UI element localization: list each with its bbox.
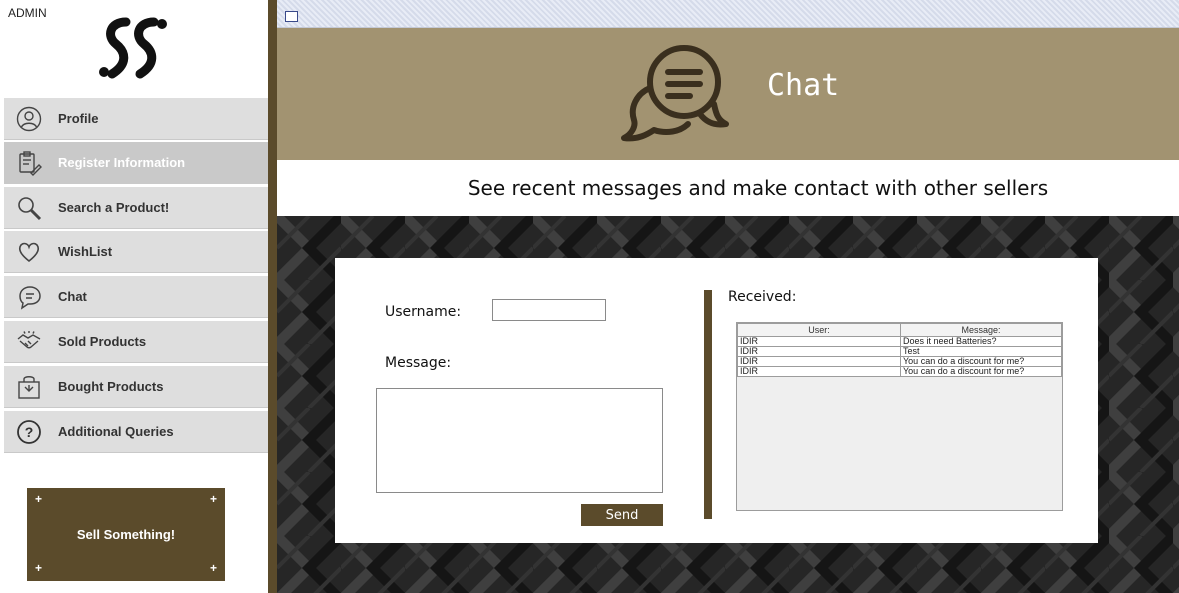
sidebar-item-label: Search a Product! <box>58 200 170 215</box>
cell-message: Test <box>900 346 1062 357</box>
search-icon <box>14 193 44 223</box>
sell-something-label: Sell Something! <box>76 527 176 542</box>
window-menu-icon[interactable] <box>285 11 298 22</box>
sidebar-item-bought-products[interactable]: Bought Products <box>4 366 268 408</box>
sidebar-item-profile[interactable]: Profile <box>4 98 268 140</box>
plus-icon: + <box>35 561 43 575</box>
cell-message: Does it need Batteries? <box>900 336 1062 347</box>
cell-user: IDIR <box>737 336 901 347</box>
page-subtitle: See recent messages and make contact wit… <box>467 176 1049 200</box>
table-row[interactable]: IDIR Does it need Batteries? <box>737 336 1062 347</box>
message-input[interactable] <box>376 388 663 493</box>
sidebar-item-register-information[interactable]: Register Information <box>4 142 268 184</box>
sidebar-item-chat[interactable]: Chat <box>4 276 268 318</box>
column-header-message[interactable]: Message: <box>900 323 1062 337</box>
handshake-icon <box>14 327 44 357</box>
chat-card: Username: Message: Send Received: User: … <box>335 258 1098 543</box>
shopping-bag-icon <box>14 372 44 402</box>
sidebar-item-label: Sold Products <box>58 334 147 349</box>
sell-something-button[interactable]: + + + + Sell Something! <box>27 488 225 581</box>
cell-user: IDIR <box>737 356 901 367</box>
user-icon <box>14 104 44 134</box>
cell-user: IDIR <box>737 346 901 357</box>
table-row[interactable]: IDIR You can do a discount for me? <box>737 366 1062 377</box>
received-messages-table[interactable]: User: Message: IDIR Does it need Batteri… <box>736 322 1063 511</box>
plus-icon: + <box>209 492 217 506</box>
page-header: Chat <box>277 28 1179 160</box>
admin-label: ADMIN <box>8 6 47 20</box>
page-title: Chat <box>767 68 840 103</box>
sidebar-item-label: Chat <box>58 289 87 304</box>
sidebar-item-label: Profile <box>58 111 99 126</box>
sidebar-item-sold-products[interactable]: Sold Products <box>4 321 268 363</box>
plus-icon: + <box>35 492 43 506</box>
send-button[interactable]: Send <box>581 504 663 526</box>
sidebar-item-label: Register Information <box>58 155 186 170</box>
vertical-separator <box>704 290 712 519</box>
cell-message: You can do a discount for me? <box>900 366 1062 377</box>
sidebar-item-search-product[interactable]: Search a Product! <box>4 187 268 229</box>
received-label: Received: <box>728 289 797 305</box>
plus-icon: + <box>209 561 217 575</box>
message-label: Message: <box>385 355 452 371</box>
question-icon: ? <box>14 417 44 447</box>
chat-bubbles-icon <box>621 45 729 142</box>
sidebar-divider <box>268 0 277 593</box>
heart-icon <box>14 237 44 267</box>
cell-message: You can do a discount for me? <box>900 356 1062 367</box>
svg-text:?: ? <box>25 424 34 440</box>
chat-bubble-icon <box>14 282 44 312</box>
sidebar: ADMIN Profile Register Information Searc… <box>0 0 268 593</box>
internal-frame-titlebar[interactable] <box>277 0 1179 28</box>
subtitle-band: See recent messages and make contact wit… <box>277 160 1179 216</box>
column-header-user[interactable]: User: <box>737 323 901 337</box>
sidebar-item-wishlist[interactable]: WishList <box>4 231 268 273</box>
sidebar-item-label: Additional Queries <box>58 424 174 439</box>
ss-logo-icon <box>99 17 167 79</box>
sidebar-item-label: Bought Products <box>58 379 164 394</box>
username-label: Username: <box>385 304 462 320</box>
username-input[interactable] <box>492 299 606 321</box>
sidebar-item-label: WishList <box>58 244 113 259</box>
clipboard-pen-icon <box>14 148 44 178</box>
sidebar-item-additional-queries[interactable]: ? Additional Queries <box>4 411 268 453</box>
cell-user: IDIR <box>737 366 901 377</box>
table-row[interactable]: IDIR Test <box>737 346 1062 357</box>
table-row[interactable]: IDIR You can do a discount for me? <box>737 356 1062 367</box>
